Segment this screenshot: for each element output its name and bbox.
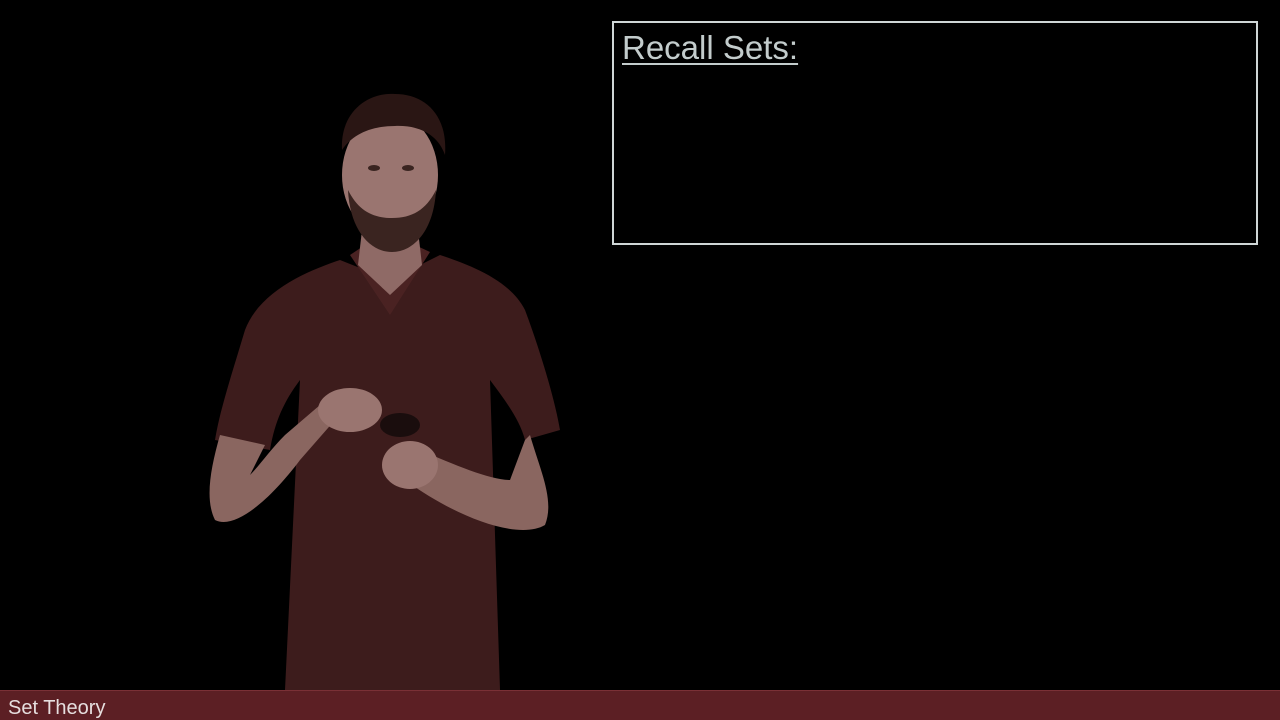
lecture-title-bar: Set Theory [0,690,1280,720]
video-stage: Recall Sets: [0,0,1280,690]
lecture-topic-label: Set Theory [8,697,106,719]
presenter-figure [190,80,590,690]
slide-title: Recall Sets: [622,29,799,66]
slide-content-box: Recall Sets: [612,21,1258,245]
